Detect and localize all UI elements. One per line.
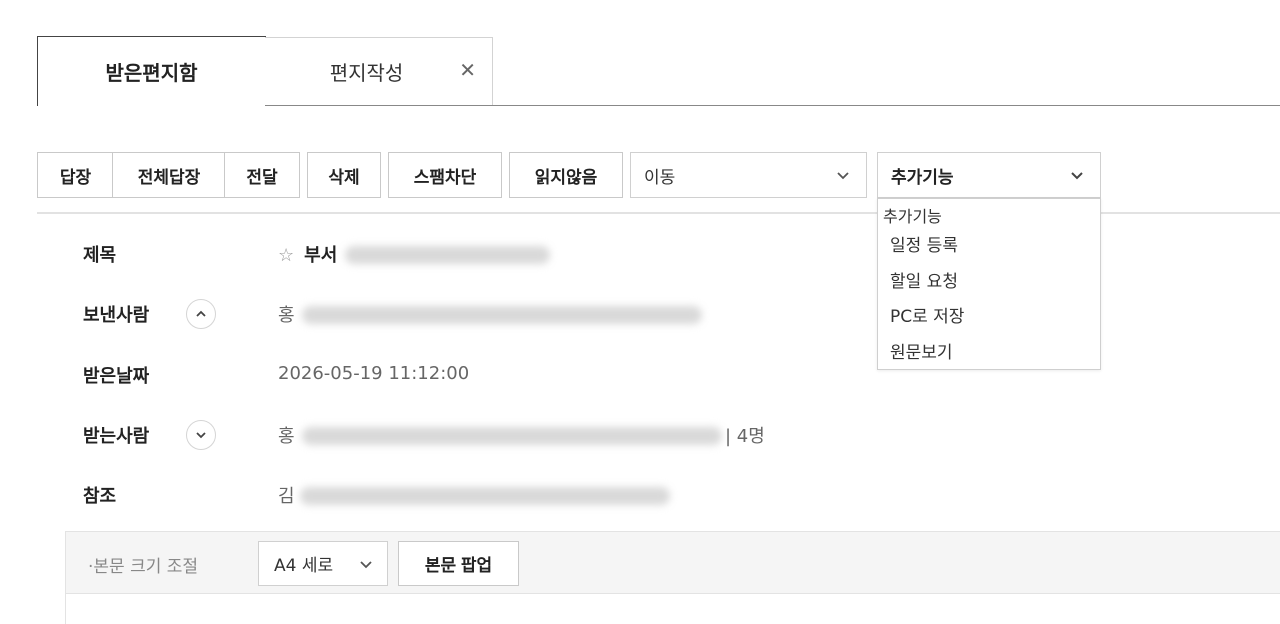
tab-compose-label: 편지작성 [329,61,404,85]
chevron-down-icon [196,432,206,439]
menu-item-request-todo[interactable]: 할일 요청 [890,267,958,292]
tab-underline [265,105,1280,106]
sender-label: 보낸사람 [83,305,150,326]
redacted-subject [345,246,550,264]
redacted-sender-address [302,306,702,324]
tab-inbox[interactable]: 받은편지함 [37,36,266,106]
chevron-down-icon [360,561,372,569]
move-folder-select-value: 이동 [644,167,676,188]
menu-item-save-to-pc[interactable]: PC로 저장 [890,302,964,327]
recipients-label: 받는사람 [83,426,150,447]
extra-features-select-value: 추가기능 [891,167,954,188]
date-label: 받은날짜 [83,366,150,387]
cc-name: 김 [278,486,295,507]
spam-block-button[interactable]: 스팸차단 [388,152,502,198]
chevron-down-icon [837,172,849,180]
chevron-up-icon [196,310,206,317]
extra-features-menu: 추가기능 일정 등록 할일 요청 PC로 저장 원문보기 [877,198,1101,370]
close-icon[interactable]: ✕ [459,60,476,80]
date-value: 2026-05-19 11:12:00 [278,363,470,384]
paper-size-select[interactable]: A4 세로 [258,541,388,586]
star-icon[interactable]: ☆ [278,245,294,266]
subject-label: 제목 [83,245,117,266]
reply-button[interactable]: 답장 [37,152,113,198]
body-popup-button[interactable]: 본문 팝업 [398,541,519,586]
subject-value: ☆ 부서 [278,241,337,267]
recipients-count[interactable]: | 4명 [725,422,765,448]
extra-features-select[interactable]: 추가기능 [877,152,1101,198]
mark-unread-button[interactable]: 읽지않음 [509,152,623,198]
recipients-toggle-button[interactable] [186,420,216,450]
chevron-down-icon [1071,172,1083,180]
forward-button[interactable]: 전달 [224,152,300,198]
menu-item-register-schedule[interactable]: 일정 등록 [890,231,958,256]
redacted-cc-address [300,487,670,505]
mail-body-content [65,594,1280,624]
move-folder-select[interactable]: 이동 [630,152,867,198]
sender-toggle-button[interactable] [186,299,216,329]
delete-button[interactable]: 삭제 [307,152,381,198]
body-size-label: ·본문 크기 조절 [88,557,199,577]
body-size-bar: ·본문 크기 조절 A4 세로 본문 팝업 [65,531,1280,594]
paper-size-select-value: A4 세로 [274,556,334,576]
mail-tab-bar: 받은편지함 편지작성 ✕ [0,0,1280,106]
sender-name: 홍 [278,305,295,326]
redacted-recipients-address [302,427,722,445]
tab-compose[interactable]: 편지작성 ✕ [265,37,493,105]
menu-item-view-original[interactable]: 원문보기 [890,338,953,363]
tab-inbox-label: 받은편지함 [105,61,198,85]
cc-label: 참조 [83,486,117,507]
extra-features-menu-title: 추가기능 [883,207,942,226]
subject-text: 부서 [304,245,338,266]
recipients-name: 홍 [278,426,295,447]
reply-all-button[interactable]: 전체답장 [112,152,225,198]
